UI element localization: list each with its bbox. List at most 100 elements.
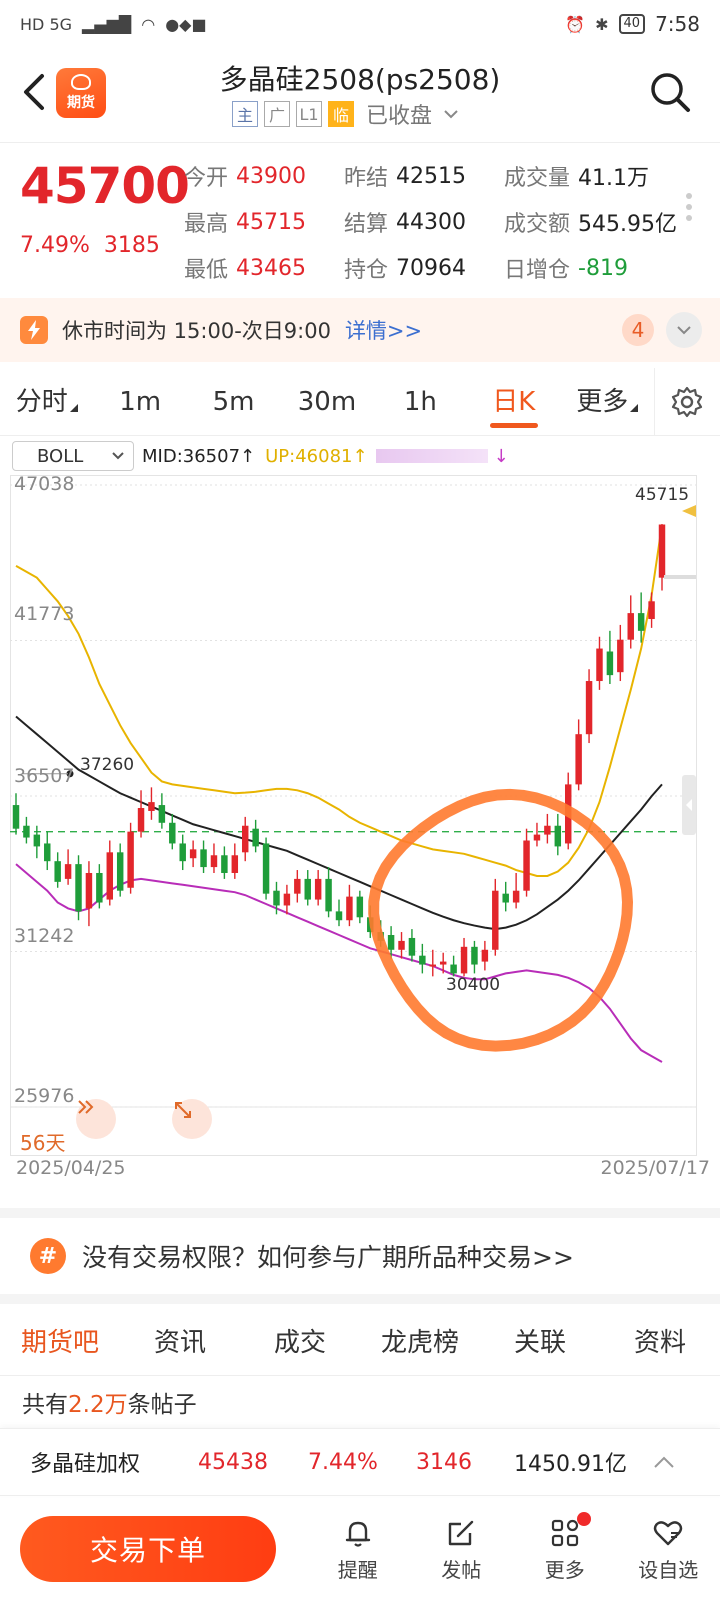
indicator-select[interactable]: BOLL (12, 441, 134, 471)
tag-level: L1 (296, 101, 322, 127)
chevron-up-icon[interactable] (644, 1455, 684, 1469)
tab-daily[interactable]: 日K (467, 368, 560, 436)
nav-label: 设自选 (638, 1557, 699, 1582)
candle-body (481, 949, 489, 962)
nav-alert[interactable]: 提醒 (318, 1516, 398, 1583)
quote-label: 持仓 (344, 258, 389, 283)
fast-forward-icon[interactable] (76, 1099, 116, 1139)
banner-text: 没有交易权限？如何参与广期所品种交易>> (82, 1243, 574, 1272)
quote-value: 42515 (396, 163, 467, 189)
related-contract-row[interactable]: 多晶硅加权 45438 7.44% 3146 1450.91亿 (0, 1428, 720, 1496)
tab-ranking[interactable]: 龙虎榜 (360, 1322, 480, 1359)
search-icon[interactable] (648, 70, 692, 114)
related-change: 3146 (416, 1449, 472, 1475)
candle-body (116, 852, 124, 891)
nav-post[interactable]: 发帖 (421, 1516, 501, 1583)
quote-cell-turnover: 成交额 545.95亿 (504, 206, 684, 238)
tag-exchange: 广 (264, 101, 290, 127)
quote-value: 41.1万 (578, 166, 650, 191)
candle-body (304, 878, 311, 900)
candle-body (398, 940, 405, 950)
y-tick-label: 25976 (14, 1085, 75, 1107)
tab-news[interactable]: 资讯 (120, 1322, 240, 1359)
header: 期货 多晶硅2508(ps2508) 主 广 L1 临 已收盘 (0, 48, 720, 140)
price-change: 7.49% 3185 (20, 233, 160, 258)
candle-body (325, 878, 332, 912)
quote-row: 最低 43465 持仓 70964 日增仓 -819 (184, 245, 684, 291)
candle-body (356, 896, 364, 918)
x-end-date: 2025/07/17 (600, 1157, 710, 1179)
more-vertical-icon[interactable] (686, 193, 692, 221)
boll-dn-value-blurred (375, 449, 488, 463)
tab-related[interactable]: 关联 (480, 1322, 600, 1359)
battery-icon: 40 (618, 14, 646, 34)
bottom-bar: 交易下单 提醒 发帖 更多 设自选 (0, 1498, 720, 1600)
candle-body (617, 639, 624, 673)
x-start-date: 2025/04/25 (16, 1157, 126, 1179)
tab-info[interactable]: 资料 (600, 1322, 720, 1359)
tab-trades[interactable]: 成交 (240, 1322, 360, 1359)
quote-panel: 45700 7.49% 3185 今开 43900 昨结 42515 成交量 41.1万… (0, 142, 720, 292)
clock: 7:58 (655, 12, 700, 36)
boll-dn-arrow: ↓ (493, 445, 509, 467)
candle-body (554, 825, 562, 847)
market-closed-notice: 休市时间为 15:00-次日9:00 详情>> 4 (0, 298, 720, 362)
place-order-button[interactable]: 交易下单 (20, 1516, 276, 1582)
candle-body (606, 651, 614, 676)
candle-body (314, 878, 322, 900)
tab-more[interactable]: 更多 (561, 368, 654, 436)
range-days-label: 56天 (20, 1131, 66, 1155)
candle-body (471, 946, 478, 965)
candle-body (408, 937, 416, 956)
tab-1h[interactable]: 1h (374, 368, 467, 436)
candle-body (158, 805, 166, 823)
gear-icon[interactable] (653, 367, 720, 436)
candle-body (169, 822, 176, 844)
change-value: 3185 (103, 233, 160, 258)
notice-details-link[interactable]: 详情>> (345, 315, 422, 345)
quote-row: 最高 45715 结算 44300 成交额 545.95亿 (184, 199, 684, 245)
tab-1m[interactable]: 1m (93, 368, 186, 436)
tag-main: 主 (232, 101, 258, 127)
quote-cell-low: 最低 43465 (184, 252, 344, 284)
trading-permission-banner[interactable]: # 没有交易权限？如何参与广期所品种交易>> (0, 1208, 720, 1304)
quote-value: 70964 (396, 255, 467, 281)
candle-body (346, 896, 353, 921)
candle-body (648, 601, 655, 620)
wifi-icon: ◠ (141, 14, 156, 34)
chevron-down-icon[interactable] (442, 105, 460, 123)
tab-forum[interactable]: 期货吧 (0, 1322, 120, 1359)
app-notification-icon: ●◆■ (165, 14, 207, 34)
quote-value: 43900 (236, 163, 307, 189)
chevron-down-icon[interactable] (666, 312, 702, 348)
expand-icon[interactable] (172, 1099, 212, 1139)
candle-body (23, 825, 30, 838)
candle-body (283, 893, 291, 906)
candle-body (210, 855, 218, 868)
candle-body (294, 878, 301, 894)
page-title: 多晶硅2508(ps2508) (219, 63, 501, 96)
candle-body (241, 825, 249, 853)
edit-icon (449, 1520, 474, 1545)
quote-cell-settle: 结算 44300 (344, 206, 504, 238)
bluetooth-icon: ✱ (595, 14, 609, 34)
tag-temporary: 临 (328, 101, 354, 127)
quote-value: 44300 (396, 209, 467, 235)
market-status[interactable]: 已收盘 (366, 98, 432, 130)
status-bar: HD 5G ▂▄▆█ ◠ ●◆■ ⏰ ✱ 40 7:58 (0, 0, 720, 48)
quote-cell-prev-settle: 昨结 42515 (344, 160, 504, 192)
notification-dot (576, 1511, 591, 1526)
tab-30m[interactable]: 30m (280, 368, 373, 436)
notice-count-badge[interactable]: 4 (622, 314, 654, 346)
tab-intraday[interactable]: 分时 (0, 368, 93, 436)
kline-chart[interactable]: 47038 41773 36507 31242 25976 45715 3040… (10, 473, 710, 1179)
section-tabs: 期货吧 资讯 成交 龙虎榜 关联 资料 (0, 1306, 720, 1376)
nav-more[interactable]: 更多 (525, 1511, 605, 1583)
nav-add-watchlist[interactable]: 设自选 (628, 1516, 708, 1583)
tab-5m[interactable]: 5m (187, 368, 280, 436)
quote-label: 成交额 (504, 212, 571, 237)
candle-body (64, 864, 72, 879)
candle-body (85, 872, 93, 909)
candle-body (585, 681, 593, 735)
candle-body (137, 808, 145, 832)
